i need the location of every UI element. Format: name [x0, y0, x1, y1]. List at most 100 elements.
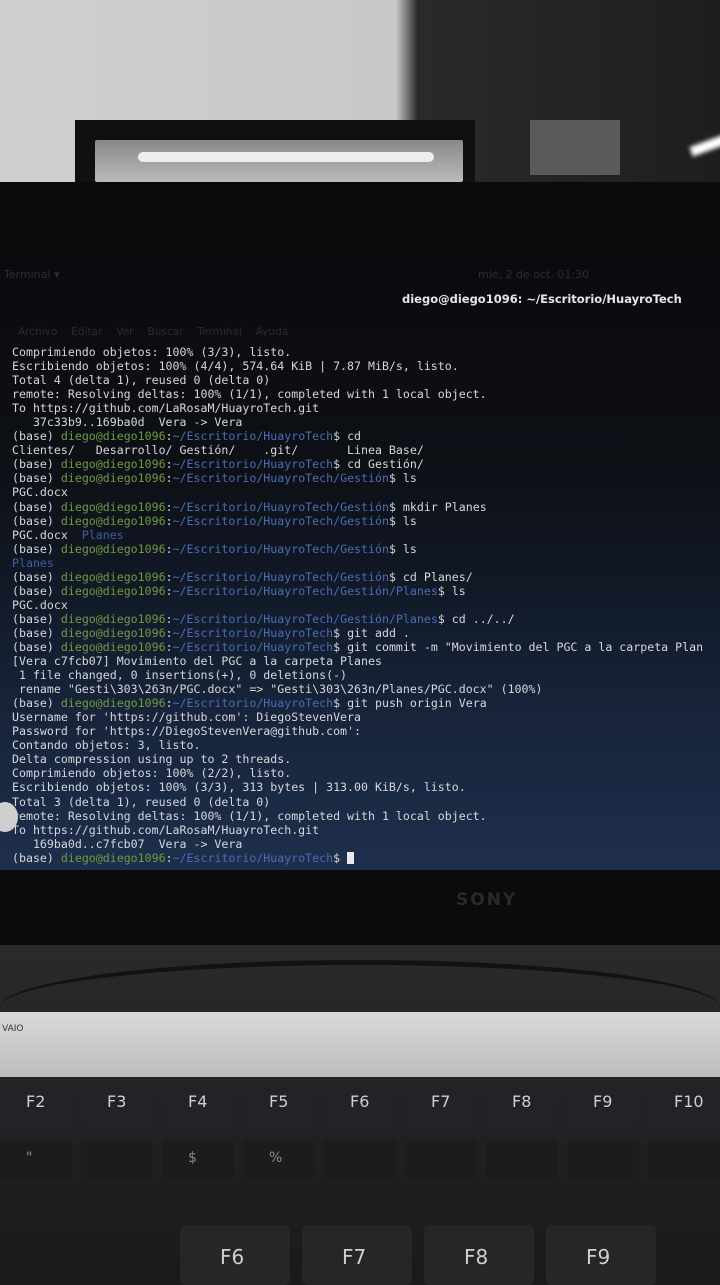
output-text: Contando objetos: 3, listo. — [12, 738, 201, 753]
prompt-separator: : — [165, 611, 173, 626]
prompt-separator: : — [165, 569, 173, 584]
output-line: Total 4 (delta 1), reused 0 (delta 0) — [12, 373, 703, 387]
output-text: Password for 'https://DiegoStevenVera@gi… — [12, 724, 362, 739]
prompt-path: ~/Escritorio/HuayroTech/Gestión/Planes — [172, 611, 438, 626]
prompt-user: diego@diego1096 — [60, 583, 166, 598]
output-line: To https://github.com/LaRosaM/HuayroTech… — [12, 401, 703, 415]
prompt-path: ~/Escritorio/HuayroTech — [172, 639, 334, 654]
output-line: Escribiendo objetos: 100% (4/4), 574.64 … — [12, 359, 703, 373]
key-symbol[interactable]: % — [243, 1140, 315, 1180]
output-text: PGC.docx — [12, 485, 68, 500]
prompt-line: (base) diego@diego1096:~/Escritorio/Huay… — [12, 514, 703, 528]
prompt-separator: : — [165, 541, 173, 556]
conda-env: (base) — [12, 457, 61, 472]
conda-env: (base) — [12, 611, 61, 626]
key-symbol[interactable]: " — [0, 1140, 72, 1180]
terminal-output[interactable]: Comprimiendo objetos: 100% (3/3), listo.… — [12, 345, 703, 865]
prompt-user: diego@diego1096 — [60, 696, 166, 711]
output-text: Username for 'https://github.com': Diego… — [12, 710, 362, 725]
prompt-user: diego@diego1096 — [60, 611, 166, 626]
laptop-screen: Terminal ▾ mié, 2 de oct. 01:30 diego@di… — [0, 262, 720, 870]
directory-name: Planes — [12, 555, 54, 570]
output-text: rename "Gesti\303\263n/PGC.docx" => "Ges… — [12, 682, 543, 697]
key-f9[interactable]: F9 — [546, 1225, 656, 1285]
key-f7[interactable]: F7 — [302, 1225, 412, 1285]
prompt-separator: : — [165, 499, 173, 514]
topbar-app-menu[interactable]: Terminal ▾ — [4, 268, 60, 281]
prompt-separator: : — [165, 625, 173, 640]
prompt-user: diego@diego1096 — [60, 639, 166, 654]
key-blank[interactable] — [567, 1140, 639, 1180]
command-text: $ cd — [333, 429, 362, 444]
conda-env: (base) — [12, 541, 61, 556]
key-blank[interactable] — [486, 1140, 558, 1180]
output-text: remote: Resolving deltas: 100% (1/1), co… — [12, 387, 487, 402]
prompt-path: ~/Escritorio/HuayroTech — [172, 457, 334, 472]
command-text: $ ls — [388, 541, 417, 556]
command-text: $ ls — [437, 583, 466, 598]
output-line: Planes — [12, 556, 703, 570]
output-line: 169ba0d..c7fcb07 Vera -> Vera — [12, 837, 703, 851]
key-blank[interactable] — [324, 1140, 396, 1180]
menu-bar: Archivo Editar Ver Buscar Terminal Ayuda — [18, 326, 288, 338]
topbar-clock[interactable]: mié, 2 de oct. 01:30 — [478, 268, 589, 281]
prompt-path: ~/Escritorio/HuayroTech — [172, 696, 334, 711]
output-text: 1 file changed, 0 insertions(+), 0 delet… — [12, 668, 348, 683]
command-text: $ cd ../../ — [437, 611, 515, 626]
key-blank[interactable] — [648, 1140, 720, 1180]
output-text: Clientes/ Desarrollo/ Gestión/ .git/ Lin… — [12, 443, 424, 458]
output-text: Escribiendo objetos: 100% (4/4), 574.64 … — [12, 359, 459, 374]
key-f6[interactable]: F6 — [324, 1082, 396, 1130]
background-browser-bar — [138, 152, 434, 162]
menu-buscar[interactable]: Buscar — [148, 326, 184, 338]
conda-env: (base) — [12, 513, 61, 528]
prompt-user: diego@diego1096 — [60, 457, 166, 472]
cable — [0, 960, 720, 1055]
output-text: Comprimiendo objetos: 100% (2/2), listo. — [12, 766, 292, 781]
key-f5[interactable]: F5 — [243, 1082, 315, 1130]
key-blank[interactable] — [405, 1140, 477, 1180]
prompt-path: ~/Escritorio/HuayroTech/Gestión/Planes — [172, 583, 438, 598]
conda-env: (base) — [12, 429, 61, 444]
output-line: 37c33b9..169ba0d Vera -> Vera — [12, 415, 703, 429]
conda-env: (base) — [12, 639, 61, 654]
menu-ayuda[interactable]: Ayuda — [256, 326, 288, 338]
output-line: Clientes/ Desarrollo/ Gestión/ .git/ Lin… — [12, 443, 703, 457]
menu-editar[interactable]: Editar — [71, 326, 102, 338]
key-f8[interactable]: F8 — [424, 1225, 534, 1285]
output-line: remote: Resolving deltas: 100% (1/1), co… — [12, 809, 703, 823]
output-text: Total 4 (delta 1), reused 0 (delta 0) — [12, 373, 271, 388]
command-text: $ ls — [388, 471, 417, 486]
prompt-path: ~/Escritorio/HuayroTech/Gestión — [172, 513, 389, 528]
key-f7[interactable]: F7 — [405, 1082, 477, 1130]
menu-archivo[interactable]: Archivo — [18, 326, 57, 338]
vaio-logo: VAIO — [2, 1024, 24, 1034]
menu-terminal[interactable]: Terminal — [197, 326, 241, 338]
prompt-separator: : — [165, 471, 173, 486]
prompt-line: (base) diego@diego1096:~/Escritorio/Huay… — [12, 851, 703, 865]
key-blank[interactable] — [81, 1140, 153, 1180]
command-text: $ git commit -m "Movimiento del PGC a la… — [333, 639, 704, 654]
key-f4[interactable]: F4 — [162, 1082, 234, 1130]
output-text: Delta compression using up to 2 threads. — [12, 752, 292, 767]
key-f6[interactable]: F6 — [180, 1225, 290, 1285]
key-symbol[interactable]: $ — [162, 1140, 234, 1180]
key-f9[interactable]: F9 — [567, 1082, 639, 1130]
conda-env: (base) — [12, 625, 61, 640]
output-text: To https://github.com/LaRosaM/HuayroTech… — [12, 401, 320, 416]
prompt-line: (base) diego@diego1096:~/Escritorio/Huay… — [12, 429, 703, 443]
prompt-path: ~/Escritorio/HuayroTech/Gestión — [172, 499, 389, 514]
prompt-line: (base) diego@diego1096:~/Escritorio/Huay… — [12, 584, 703, 598]
prompt-path: ~/Escritorio/HuayroTech — [172, 850, 334, 865]
key-f3[interactable]: F3 — [81, 1082, 153, 1130]
background-poster — [530, 120, 620, 175]
prompt-user: diego@diego1096 — [60, 625, 166, 640]
key-f8[interactable]: F8 — [486, 1082, 558, 1130]
key-f2[interactable]: F2 — [0, 1082, 72, 1130]
menu-ver[interactable]: Ver — [116, 326, 133, 338]
output-text: 37c33b9..169ba0d Vera -> Vera — [12, 415, 243, 430]
output-line: remote: Resolving deltas: 100% (1/1), co… — [12, 387, 703, 401]
key-f10[interactable]: F10 — [648, 1082, 720, 1130]
number-key-row: " $% — [0, 1140, 720, 1180]
conda-env: (base) — [12, 696, 61, 711]
